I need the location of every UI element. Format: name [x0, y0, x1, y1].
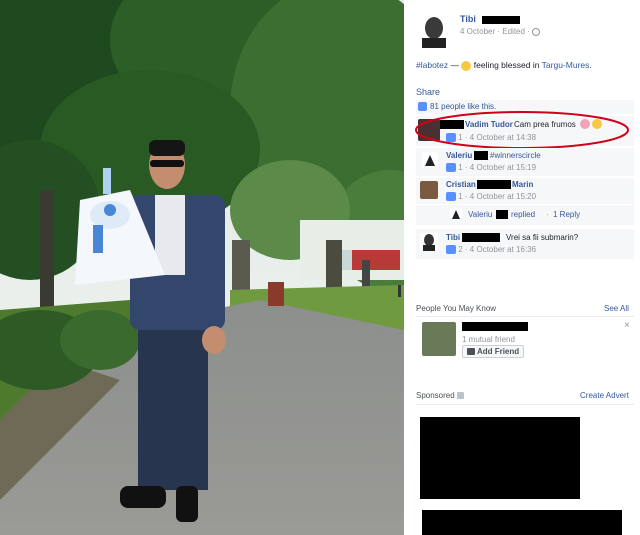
reply-count[interactable]: 1 Reply: [553, 210, 580, 219]
comment-time[interactable]: 4 October at 16:36: [470, 245, 536, 254]
author-name-line[interactable]: Tibi: [460, 14, 521, 24]
author-avatar[interactable]: [416, 12, 452, 48]
sponsored-badge-icon: [456, 392, 464, 400]
commenter-avatar[interactable]: [422, 152, 438, 168]
comment-like-count: 2: [458, 245, 463, 254]
comment-meta: 2 · 4 October at 16:36: [446, 245, 536, 255]
hashtag-link[interactable]: #labotez: [416, 60, 448, 70]
comment-like-count: 1: [458, 163, 463, 172]
share-link[interactable]: Share: [416, 87, 440, 97]
see-all-link[interactable]: See All: [604, 304, 629, 313]
post-status: #labotez — feeling blessed in Targu-Mure…: [416, 60, 636, 71]
redacted-name: [477, 180, 511, 189]
commenter-avatar[interactable]: [420, 181, 438, 199]
comment-hashtag[interactable]: #winnerscircle: [490, 151, 541, 160]
comment-time[interactable]: 4 October at 15:20: [470, 192, 536, 201]
post-photo[interactable]: [0, 0, 404, 535]
author-name[interactable]: Tibi: [460, 14, 476, 24]
add-friend-label: Add Friend: [476, 347, 520, 356]
commenter-surname[interactable]: Marin: [512, 180, 533, 189]
like-icon[interactable]: [446, 163, 456, 173]
reply-name[interactable]: Valeriu: [468, 210, 492, 219]
add-friend-icon: [467, 348, 475, 356]
highlight-oval: [415, 111, 629, 149]
like-icon[interactable]: [446, 192, 456, 202]
post-meta: 4 October · Edited ·: [460, 27, 541, 36]
globe-icon: [532, 27, 541, 36]
redacted-name: [474, 151, 488, 160]
pymk-divider: [416, 316, 634, 317]
like-icon[interactable]: [446, 245, 456, 255]
comment-item: Cristian Marin 1 · 4 October at 15:20: [416, 178, 634, 204]
post-sidebar: Tibi 4 October · Edited · #labotez — fee…: [398, 0, 640, 535]
redacted-ad-image[interactable]: [422, 510, 622, 535]
reply-label[interactable]: replied: [511, 210, 535, 219]
commenter-name[interactable]: Tibi: [446, 233, 460, 242]
divider-mark: [398, 285, 401, 297]
sponsored-label: Sponsored: [416, 391, 455, 400]
redacted-name: [462, 233, 500, 242]
redacted-surname: [482, 15, 521, 24]
comment-item: Valeriu #winnerscircle 1 · 4 October at …: [416, 148, 634, 176]
status-dash: —: [450, 60, 460, 70]
commenter-name[interactable]: Valeriu: [446, 151, 472, 160]
pymk-title: People You May Know: [416, 304, 497, 313]
post-date[interactable]: 4 October: [460, 27, 495, 36]
comment-meta: 1 · 4 October at 15:19: [446, 163, 536, 173]
redacted-ad-image[interactable]: [420, 417, 580, 499]
reply-dot: ·: [546, 210, 549, 219]
sponsored-divider: [416, 404, 634, 405]
comment-time[interactable]: 4 October at 15:19: [470, 163, 536, 172]
comment-meta: 1 · 4 October at 15:20: [446, 192, 536, 202]
smile-icon: [461, 60, 472, 71]
sponsored-title: Sponsored: [416, 391, 464, 400]
comment-item: Tibi Vrei sa fii submarin? 2 · 4 October…: [416, 229, 634, 259]
post-edited[interactable]: Edited: [502, 27, 525, 36]
redacted-friend-name: [462, 322, 528, 331]
suggested-friend-avatar[interactable]: [422, 322, 456, 356]
reply-row[interactable]: Valeriu replied · 1 Reply: [416, 205, 634, 225]
reply-avatar[interactable]: [450, 208, 462, 220]
comment-like-count: 1: [458, 192, 463, 201]
place-link[interactable]: Targu-Mures: [542, 60, 590, 70]
feeling-text: feeling blessed in: [473, 60, 540, 70]
mutual-friends[interactable]: 1 mutual friend: [462, 335, 515, 344]
park-scene-image: [0, 0, 404, 535]
create-advert-link[interactable]: Create Advert: [580, 391, 629, 400]
commenter-avatar[interactable]: [420, 233, 438, 251]
commenter-name[interactable]: Cristian: [446, 180, 476, 189]
comment-text: Vrei sa fii submarin?: [506, 233, 579, 242]
add-friend-button[interactable]: Add Friend: [462, 345, 525, 358]
close-icon[interactable]: ×: [624, 320, 630, 331]
status-period: .: [589, 60, 592, 70]
redacted-name: [496, 210, 508, 219]
